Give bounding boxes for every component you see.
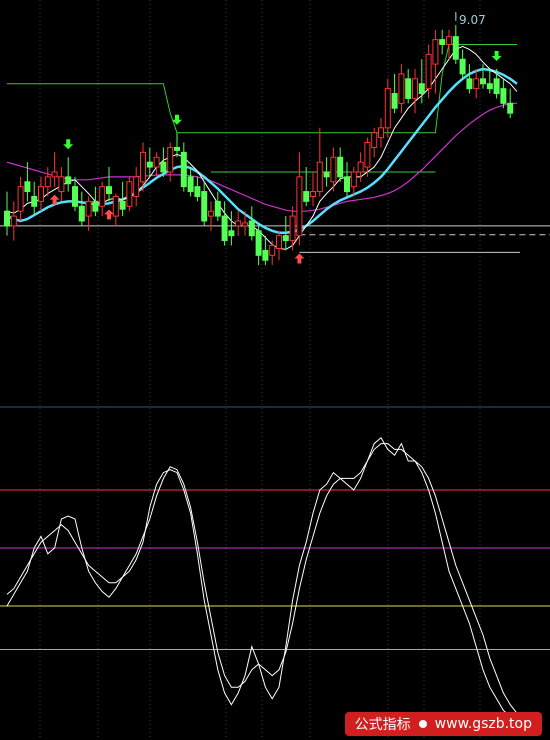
candle-body <box>500 88 507 104</box>
candle-body <box>316 161 323 193</box>
sell-arrow-icon <box>63 139 74 150</box>
candle-body <box>106 186 112 195</box>
buy-arrow-icon <box>104 209 114 220</box>
watermark-badge: 公式指标 www.gszb.top <box>344 712 542 736</box>
candle-body <box>119 200 126 210</box>
candle-body <box>459 58 466 75</box>
candle-body <box>17 186 24 212</box>
stock-chart: 9.07 <box>0 0 550 740</box>
candle-body <box>337 156 344 178</box>
oscillator-line <box>6 437 518 720</box>
ma-long-line <box>6 102 517 212</box>
candle-body <box>153 156 160 168</box>
candle-body <box>418 83 425 95</box>
candle-body <box>72 186 78 207</box>
candle-body <box>507 102 514 114</box>
candle-body <box>364 142 371 168</box>
candle-body <box>44 176 51 188</box>
candle-body <box>255 230 262 256</box>
candle-body <box>391 93 398 109</box>
candle-body <box>330 156 337 183</box>
high-price-label: 9.07 <box>459 13 486 27</box>
candle-body <box>412 78 418 99</box>
candle-body <box>282 235 289 242</box>
candle-body <box>432 39 439 65</box>
watermark-text: 公式指标 <box>354 717 411 733</box>
candle-body <box>466 78 473 90</box>
candle-body <box>384 88 391 129</box>
candle-body <box>398 73 405 104</box>
candle-body <box>160 161 167 173</box>
candle-body <box>214 200 221 217</box>
candle-body <box>146 161 153 168</box>
candle-body <box>78 205 85 222</box>
candle-body <box>296 176 303 237</box>
candle-body <box>85 200 92 217</box>
watermark-url: www.gszb.top <box>434 716 532 732</box>
candle-body <box>276 235 282 249</box>
candle-body <box>228 230 235 237</box>
candle-body <box>425 53 432 90</box>
candle-body <box>371 132 378 148</box>
candle-body <box>439 39 446 46</box>
candle-body <box>452 36 459 60</box>
candle-body <box>480 78 486 85</box>
candle-body <box>112 195 119 217</box>
candle-body <box>289 215 296 242</box>
sell-arrow-icon <box>491 51 502 62</box>
candle-body <box>167 146 174 173</box>
candle-body <box>378 127 384 139</box>
candle-body <box>405 78 412 99</box>
candle-body <box>4 210 10 227</box>
candle-body <box>235 220 242 227</box>
candle-body <box>446 36 452 46</box>
candle-body <box>208 210 214 217</box>
candle-body <box>310 191 316 197</box>
candle-body <box>242 222 248 227</box>
candle-body <box>31 195 38 207</box>
candle-body <box>269 244 276 256</box>
candle-body <box>92 200 99 212</box>
candle-body <box>187 176 194 193</box>
candle-body <box>221 215 228 242</box>
candle-body <box>174 146 180 151</box>
candle-body <box>133 176 140 197</box>
watermark-dot-icon <box>418 720 427 728</box>
price-panel <box>0 11 550 266</box>
candle-body <box>473 78 480 90</box>
candle-body <box>58 176 65 193</box>
candle-body <box>194 186 201 197</box>
candle-body <box>262 249 269 261</box>
candle-body <box>344 176 350 193</box>
candle-body <box>248 220 255 237</box>
candle-body <box>180 151 187 188</box>
candle-body <box>201 191 208 222</box>
candle-body <box>126 181 133 207</box>
candle-body <box>323 171 330 178</box>
buy-arrow-icon <box>294 253 305 264</box>
candle-body <box>99 186 106 207</box>
candle-body <box>303 191 310 202</box>
candle-body <box>350 171 357 188</box>
oscillator-panel <box>0 437 550 720</box>
candle-body <box>51 171 58 178</box>
candle-body <box>24 181 31 193</box>
candle-body <box>357 161 364 173</box>
candle-body <box>38 186 44 202</box>
candle-body <box>493 78 500 95</box>
candle-body <box>140 151 146 183</box>
candle-body <box>10 215 17 227</box>
candle-body <box>486 83 493 90</box>
grid-lines <box>39 0 481 740</box>
candle-body <box>65 176 72 185</box>
